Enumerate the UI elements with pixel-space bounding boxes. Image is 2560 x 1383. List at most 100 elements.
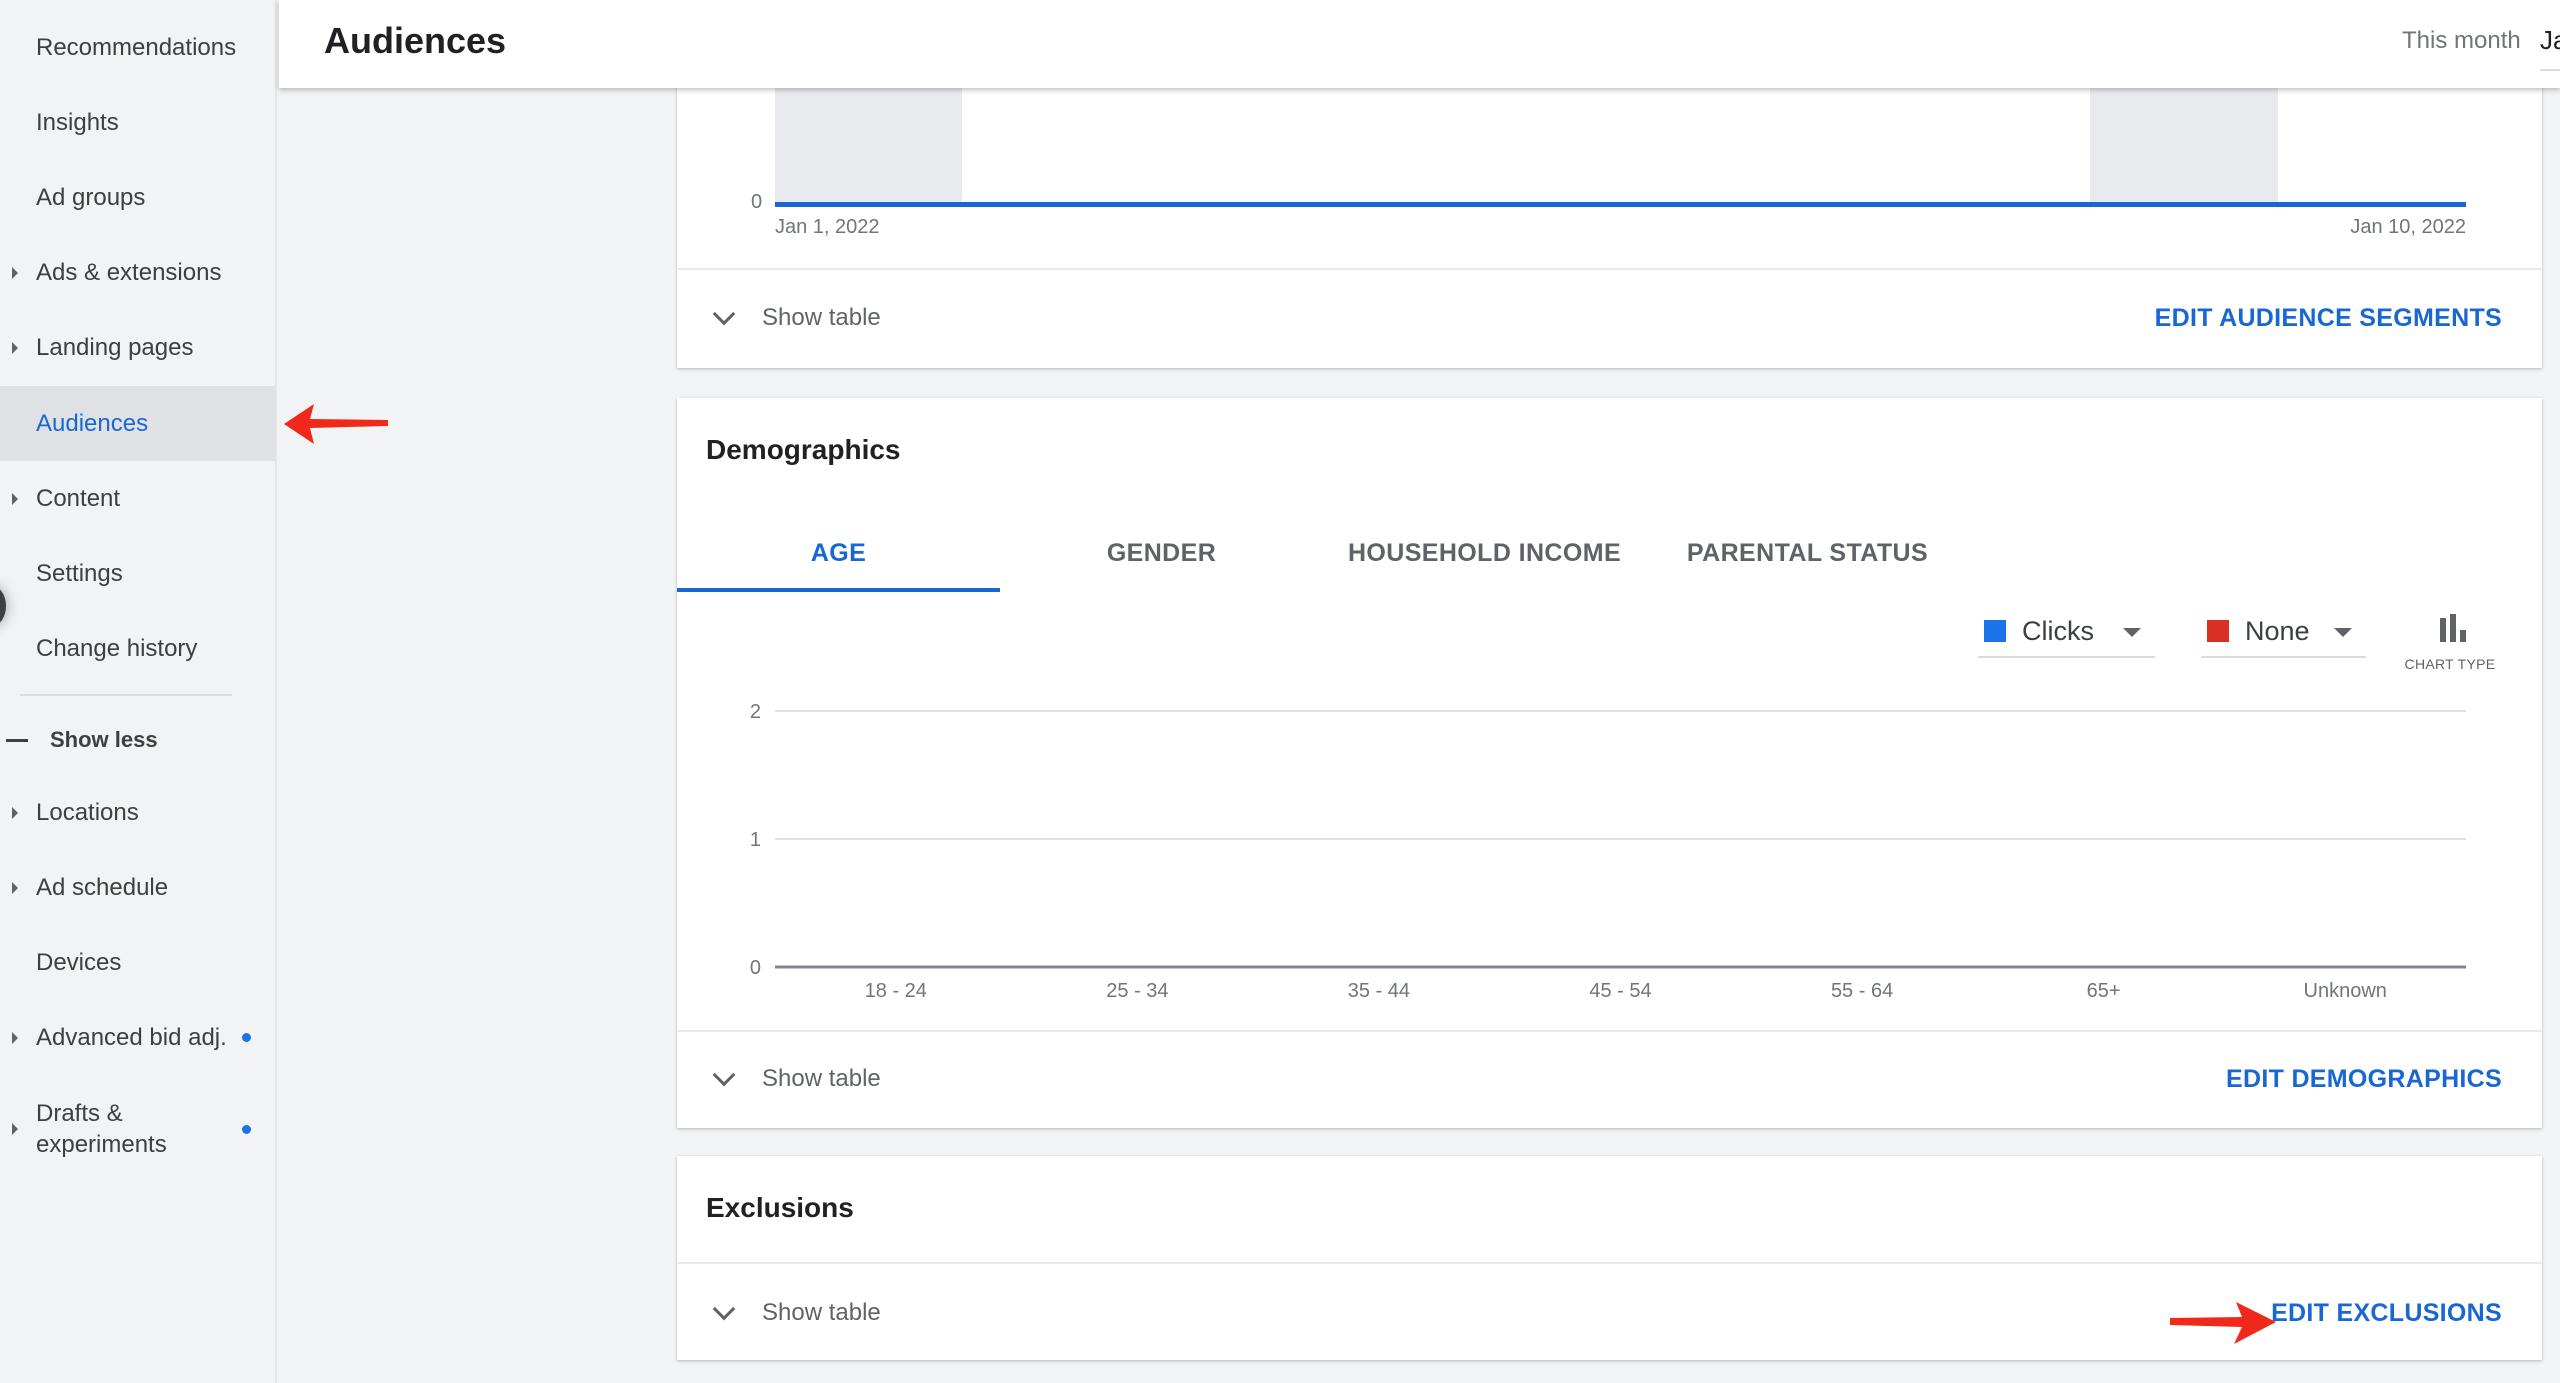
demographics-card: Demographics AGE GENDER HOUSEHOLD INCOME… xyxy=(677,398,2542,1128)
bar-chart-icon xyxy=(2438,614,2468,642)
sidebar-item-label: Settings xyxy=(36,559,123,587)
sidebar-item-label: Change history xyxy=(36,634,198,662)
age-demographics-chart: 0 1 2 18 - 24 25 - 34 35 - 44 45 - 54 55 - 64 65… xyxy=(750,701,2466,1002)
sidebar-item-label: Ads & extensions xyxy=(36,258,222,286)
exclusions-title: Exclusions xyxy=(706,1192,854,1223)
sidebar-item-advanced-bid-adj[interactable]: Advanced bid adj. xyxy=(0,1000,275,1075)
card-divider xyxy=(677,268,2542,270)
caret-right-icon xyxy=(12,341,18,354)
primary-metric-swatch xyxy=(1984,620,2006,642)
x-tick-label: 65+ xyxy=(2087,980,2121,1002)
arrow-left-icon xyxy=(284,404,388,444)
weekend-shade xyxy=(775,88,962,202)
arrow-right-icon xyxy=(2170,1302,2276,1344)
sidebar-item-insights[interactable]: Insights xyxy=(0,85,275,160)
clicks-series-line xyxy=(775,202,2466,207)
chevron-down-icon xyxy=(712,302,736,326)
dropdown-arrow-icon xyxy=(2334,628,2352,637)
sidebar-item-label: Drafts & experiments xyxy=(36,1100,167,1158)
tab-parental-status[interactable]: PARENTAL STATUS xyxy=(1646,518,1969,588)
show-table-toggle[interactable]: Show table xyxy=(712,1293,881,1333)
tab-household-income[interactable]: HOUSEHOLD INCOME xyxy=(1323,518,1646,588)
sidebar-item-label: Insights xyxy=(36,108,119,136)
show-less-label: Show less xyxy=(50,727,158,752)
show-table-toggle[interactable]: Show table xyxy=(712,298,881,338)
show-table-label: Show table xyxy=(762,1065,881,1092)
secondary-metric-label: None xyxy=(2245,616,2310,646)
sidebar-item-label: Ad schedule xyxy=(36,873,169,901)
caret-right-icon xyxy=(12,1123,18,1135)
x-tick-label: Unknown xyxy=(2304,980,2387,1002)
chevron-down-icon xyxy=(712,1297,736,1321)
show-table-label: Show table xyxy=(762,304,881,331)
tab-gender[interactable]: GENDER xyxy=(1000,518,1323,588)
sidebar-item-label: Recommendations xyxy=(36,33,237,61)
date-range-underline xyxy=(2540,69,2560,71)
sidebar-item-settings[interactable]: Settings xyxy=(0,536,275,611)
sidebar-divider xyxy=(20,694,232,696)
y-tick-label: 1 xyxy=(750,829,761,851)
sidebar-item-devices[interactable]: Devices xyxy=(0,925,275,1000)
primary-metric-dropdown[interactable]: Clicks xyxy=(1978,608,2155,658)
page-header: Audiences This month Ja xyxy=(279,0,2560,88)
weekend-shade xyxy=(2090,88,2278,202)
active-tab-indicator xyxy=(677,588,1000,592)
sidebar-item-recommendations[interactable]: Recommendations xyxy=(0,10,275,85)
card-divider xyxy=(677,1262,2542,1264)
page-title: Audiences xyxy=(324,20,507,61)
sidebar-item-ad-schedule[interactable]: Ad schedule xyxy=(0,850,275,925)
sidebar-item-label: Landing pages xyxy=(36,333,194,361)
date-range-label: This month xyxy=(2402,27,2521,54)
edit-audience-segments-link[interactable]: EDIT AUDIENCE SEGMENTS xyxy=(2155,304,2502,333)
sidebar-item-drafts-experiments[interactable]: Drafts & experiments xyxy=(0,1088,275,1170)
show-less-button[interactable]: Show less xyxy=(0,720,275,760)
caret-right-icon xyxy=(12,492,18,505)
x-tick-label: 25 - 34 xyxy=(1106,980,1168,1002)
sidebar-item-label: Locations xyxy=(36,798,139,826)
sidebar: Show less Recommendations Insights Ad grou… xyxy=(0,0,277,1383)
dropdown-arrow-icon xyxy=(2123,628,2141,637)
sidebar-item-label: Content xyxy=(36,484,121,512)
x-tick-label: Jan 10, 2022 xyxy=(2350,216,2466,238)
minus-icon xyxy=(6,739,28,742)
chart-type-label: CHART TYPE xyxy=(2404,656,2496,672)
primary-metric-label: Clicks xyxy=(2022,616,2094,646)
card-divider xyxy=(677,1030,2542,1032)
sidebar-item-label: Audiences xyxy=(36,409,149,437)
x-tick-label: 55 - 64 xyxy=(1831,980,1893,1002)
caret-right-icon xyxy=(12,881,18,894)
sidebar-item-audiences[interactable]: Audiences xyxy=(0,386,275,461)
x-tick-label: 45 - 54 xyxy=(1589,980,1651,1002)
notification-dot xyxy=(242,1124,251,1134)
caret-right-icon xyxy=(12,806,18,819)
notification-dot xyxy=(242,1033,251,1042)
sidebar-item-label: Ad groups xyxy=(36,183,146,211)
annotation-arrow-audiences xyxy=(284,404,388,444)
sidebar-item-label: Devices xyxy=(36,948,122,976)
sidebar-item-locations[interactable]: Locations xyxy=(0,775,275,850)
y-tick-label: 2 xyxy=(750,701,761,723)
annotation-arrow-exclusions xyxy=(2170,1302,2276,1344)
audience-segments-card: 0 Jan 1, 2022 Jan 10, 2022 Show table ED… xyxy=(677,80,2542,368)
demographics-title: Demographics xyxy=(706,434,901,465)
edit-demographics-link[interactable]: EDIT DEMOGRAPHICS xyxy=(2226,1065,2502,1094)
show-table-toggle[interactable]: Show table xyxy=(712,1059,881,1099)
date-range-picker[interactable]: Ja xyxy=(2540,25,2560,56)
sidebar-item-label: Advanced bid adj. xyxy=(36,1023,227,1051)
tab-age[interactable]: AGE xyxy=(677,518,1000,588)
show-table-label: Show table xyxy=(762,1299,881,1326)
secondary-metric-dropdown[interactable]: None xyxy=(2201,608,2366,658)
sidebar-item-content[interactable]: Content xyxy=(0,461,275,536)
chart-type-button[interactable]: CHART TYPE xyxy=(2400,606,2500,676)
caret-right-icon xyxy=(12,1031,18,1044)
caret-right-icon xyxy=(12,266,18,279)
sidebar-item-ad-groups[interactable]: Ad groups xyxy=(0,160,275,235)
sidebar-item-change-history[interactable]: Change history xyxy=(0,611,275,686)
sidebar-item-landing-pages[interactable]: Landing pages xyxy=(0,310,275,385)
chevron-down-icon xyxy=(712,1063,736,1087)
secondary-metric-swatch xyxy=(2207,620,2229,642)
x-tick-label: 18 - 24 xyxy=(865,980,927,1002)
edit-exclusions-link[interactable]: EDIT EXCLUSIONS xyxy=(2271,1299,2502,1328)
y-tick-label: 0 xyxy=(751,191,763,213)
sidebar-item-ads-extensions[interactable]: Ads & extensions xyxy=(0,235,275,310)
